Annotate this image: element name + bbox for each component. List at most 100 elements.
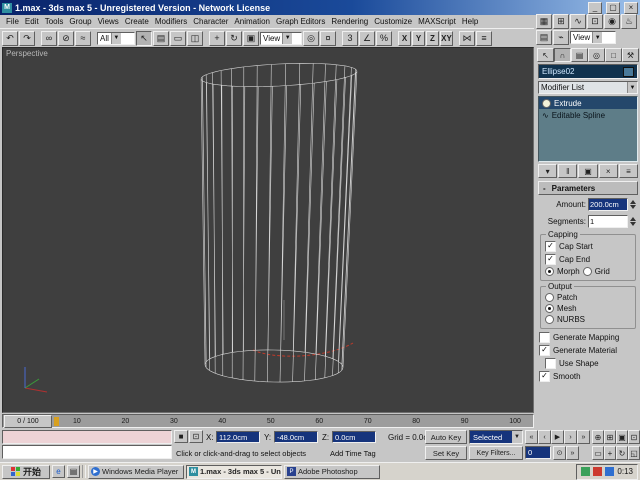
tab-create-icon[interactable]: ↖ (537, 48, 554, 62)
min-max-toggle-icon[interactable]: ◱ (628, 446, 640, 460)
patch-radio[interactable] (545, 293, 554, 302)
menu-customize[interactable]: Customize (371, 17, 415, 26)
percent-snap-icon[interactable]: % (376, 31, 392, 46)
select-region-icon[interactable]: ▭ (170, 31, 186, 46)
window-crossing-icon[interactable]: ◫ (187, 31, 203, 46)
quick-launch-desktop-icon[interactable]: ▤ (67, 465, 80, 478)
zoom-all-icon[interactable]: ⊞ (604, 430, 616, 444)
restrict-y-button[interactable]: Y (412, 31, 425, 46)
viewport-label[interactable]: Perspective (6, 49, 48, 58)
menu-file[interactable]: File (3, 17, 22, 26)
redo-icon[interactable]: ↷ (19, 31, 35, 46)
select-link-icon[interactable]: ∞ (41, 31, 57, 46)
minimize-button[interactable]: _ (588, 2, 602, 14)
parameters-rollout-header[interactable]: - Parameters (538, 181, 638, 195)
angle-snap-icon[interactable]: ∠ (359, 31, 375, 46)
select-move-icon[interactable]: + (209, 31, 225, 46)
maximize-button[interactable]: ▢ (606, 2, 620, 14)
segments-field[interactable]: 1 (588, 215, 628, 228)
object-color-swatch[interactable] (623, 67, 634, 77)
render-scene-icon[interactable]: ♨ (621, 14, 637, 29)
nurbs-radio[interactable] (545, 315, 554, 324)
object-name-field[interactable]: Ellipse02 (538, 64, 638, 79)
generate-material-checkbox[interactable] (539, 345, 550, 356)
smooth-checkbox[interactable] (539, 371, 550, 382)
tab-hierarchy-icon[interactable]: ▤ (571, 48, 588, 62)
views-dropdown[interactable]: View ▼ (570, 31, 616, 44)
menu-tools[interactable]: Tools (42, 17, 67, 26)
select-by-name-icon[interactable]: ▤ (153, 31, 169, 46)
viewport-perspective[interactable]: Perspective (2, 47, 534, 413)
maxscript-mini-listener[interactable] (2, 445, 172, 459)
zoom-extents-icon[interactable]: ▣ (616, 430, 628, 444)
amount-field[interactable]: 200.0cm (588, 198, 628, 211)
quick-launch-ie-icon[interactable]: e (52, 465, 65, 478)
selection-set-dropdown[interactable]: Selected ▼ (469, 430, 523, 444)
add-time-tag[interactable]: Add Time Tag (330, 449, 376, 458)
cap-end-checkbox[interactable] (545, 254, 556, 265)
select-manipulate-icon[interactable]: ¤ (320, 31, 336, 46)
viewport-canvas[interactable] (3, 48, 533, 412)
select-object-icon[interactable]: ↖ (136, 31, 152, 46)
menu-help[interactable]: Help (459, 17, 481, 26)
select-rotate-icon[interactable]: ↻ (226, 31, 242, 46)
tab-motion-icon[interactable]: ◎ (588, 48, 605, 62)
play-animation-icon[interactable]: ▶ (551, 430, 564, 444)
show-end-result-icon[interactable]: ‖ (558, 164, 577, 178)
zoom-extents-all-icon[interactable]: ⊡ (628, 430, 640, 444)
tray-icon[interactable] (605, 467, 614, 476)
tab-display-icon[interactable]: □ (605, 48, 622, 62)
generate-mapping-checkbox[interactable] (539, 332, 550, 343)
auto-key-button[interactable]: Auto Key (425, 430, 467, 444)
menu-edit[interactable]: Edit (22, 17, 42, 26)
tab-modify-icon[interactable]: ∩ (554, 48, 571, 62)
menu-modifiers[interactable]: Modifiers (152, 17, 190, 26)
grid-radio[interactable] (583, 267, 592, 276)
configure-stack-icon[interactable]: ≡ (619, 164, 638, 178)
menu-character[interactable]: Character (190, 17, 231, 26)
go-to-end-icon[interactable]: » (577, 430, 590, 444)
key-mode-toggle-icon[interactable]: ⊙ (553, 446, 566, 460)
previous-frame-icon[interactable]: ‹ (538, 430, 551, 444)
modifier-stack[interactable]: Extrude ∿ Editable Spline (538, 96, 638, 162)
align-icon[interactable]: ≡ (476, 31, 492, 46)
render-type-icon[interactable]: ▤ (536, 30, 552, 45)
segments-spinner[interactable] (630, 214, 636, 229)
menu-graph-editors[interactable]: Graph Editors (273, 17, 328, 26)
current-frame-field[interactable]: 0 (525, 446, 551, 459)
set-key-button[interactable]: Set Key (425, 446, 467, 460)
track-bar[interactable]: 0 / 100 10 20 30 40 50 60 70 80 90 100 (2, 414, 534, 428)
menu-rendering[interactable]: Rendering (328, 17, 371, 26)
menu-group[interactable]: Group (66, 17, 94, 26)
cap-start-checkbox[interactable] (545, 241, 556, 252)
go-to-start-icon[interactable]: « (525, 430, 538, 444)
maxscript-macro-recorder[interactable] (2, 430, 172, 444)
tray-icon[interactable] (581, 467, 590, 476)
zoom-icon[interactable]: ⊕ (592, 430, 604, 444)
unlink-icon[interactable]: ⊘ (58, 31, 74, 46)
quick-render-icon[interactable]: ⌁ (553, 30, 569, 45)
x-coordinate-field[interactable]: 112.0cm (216, 431, 260, 443)
modifier-enabled-bulb-icon[interactable] (542, 99, 551, 108)
menu-animation[interactable]: Animation (231, 17, 273, 26)
zoom-region-icon[interactable]: ▭ (592, 446, 604, 460)
menu-create[interactable]: Create (122, 17, 152, 26)
go-to-end-frame-icon[interactable]: » (566, 446, 579, 460)
menu-maxscript[interactable]: MAXScript (415, 17, 459, 26)
selection-filter-dropdown[interactable]: All ▼ (97, 32, 135, 45)
z-coordinate-field[interactable]: 0.0cm (332, 431, 376, 443)
time-slider[interactable]: 0 / 100 (4, 415, 52, 428)
y-coordinate-field[interactable]: -48.0cm (274, 431, 318, 443)
snap-toggle-icon[interactable]: 3 (342, 31, 358, 46)
mirror-icon[interactable]: ⋈ (459, 31, 475, 46)
tab-utilities-icon[interactable]: ⚒ (622, 48, 639, 62)
named-selection-icon[interactable]: ▦ (536, 14, 552, 29)
use-shape-checkbox[interactable] (545, 358, 556, 369)
arc-rotate-icon[interactable]: ↻ (616, 446, 628, 460)
undo-icon[interactable]: ↶ (2, 31, 18, 46)
make-unique-icon[interactable]: ▣ (578, 164, 597, 178)
use-pivot-center-icon[interactable]: ◎ (303, 31, 319, 46)
start-button[interactable]: 开始 (2, 465, 50, 479)
selection-lock-icon[interactable]: ■ (174, 430, 188, 443)
taskbar-task-3dsmax[interactable]: M 1.max - 3ds max 5 - Unre... (186, 465, 282, 479)
